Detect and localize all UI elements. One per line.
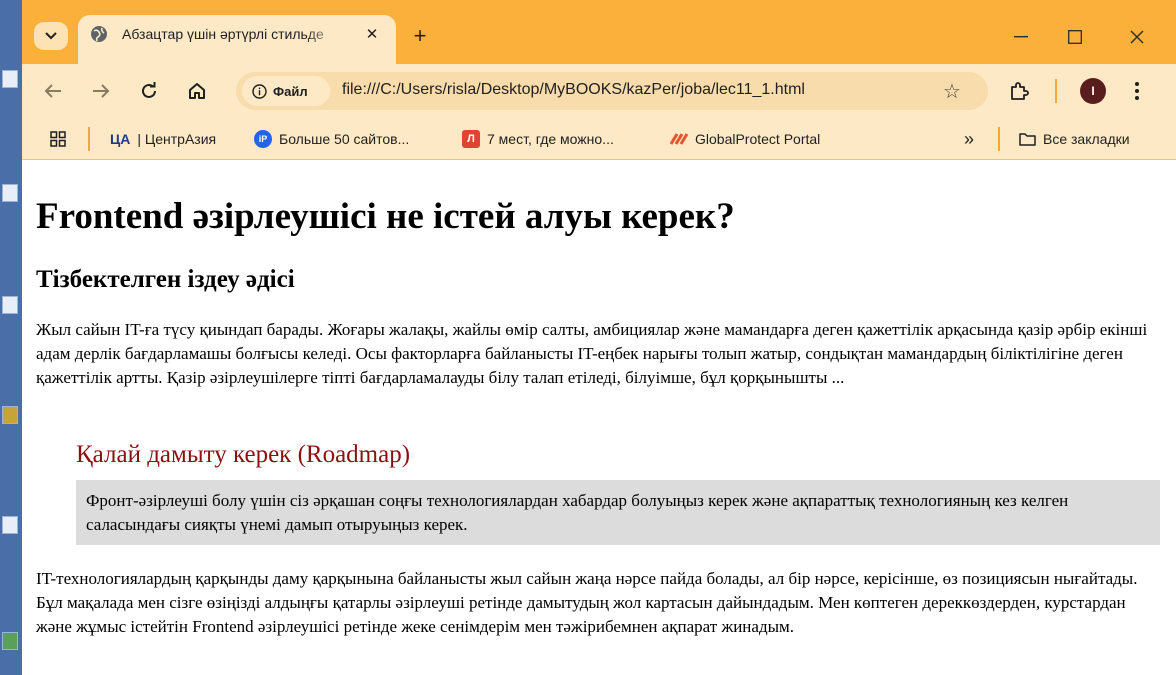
home-button[interactable] [182, 76, 212, 106]
ip-icon: iP [254, 130, 272, 148]
bookmark-label: GlobalProtect Portal [695, 131, 821, 147]
close-icon: ✕ [365, 26, 379, 43]
all-bookmarks-label: Все закладки [1043, 131, 1130, 147]
body-paragraph: IT-технологиялардың қарқынды даму қарқын… [36, 569, 1138, 636]
bookmarks-separator [998, 127, 1000, 151]
navigation-toolbar: Файл file:///C:/Users/risla/Desktop/MyBO… [22, 64, 1176, 118]
tab-search-icon [45, 32, 57, 40]
bookmark-label: | ЦентрАзия [137, 131, 217, 147]
forward-arrow-icon [93, 84, 110, 98]
centrasia-icon: ЦА [110, 131, 131, 147]
title-bar: Абзацтар үшін әртүрлі стильде ✕ + [22, 0, 1176, 64]
globalprotect-icon [670, 130, 688, 148]
maximize-icon [1068, 30, 1082, 44]
address-bar[interactable]: Файл file:///C:/Users/risla/Desktop/MyBO… [236, 72, 988, 110]
info-icon [252, 83, 267, 99]
site-info-label: Файл [273, 83, 308, 99]
desktop-file-icon[interactable] [2, 296, 18, 314]
plus-icon: + [413, 23, 427, 48]
page-content: Frontend әзірлеушісі не істей алуы керек… [22, 161, 1176, 675]
browser-window: Абзацтар үшін әртүрлі стильде ✕ + Файл f… [22, 0, 1176, 675]
l-icon: Л [462, 130, 480, 148]
maximize-button[interactable] [1052, 20, 1098, 54]
profile-avatar[interactable]: I [1080, 78, 1106, 104]
tab-close-button[interactable]: ✕ [360, 22, 384, 46]
highlighted-note: Фронт-әзірлеуші болу үшін сіз әрқашан со… [76, 480, 1160, 545]
apps-grid-icon [50, 131, 66, 147]
forward-button[interactable] [86, 76, 116, 106]
folder-icon [1018, 130, 1036, 148]
bookmark-7-places[interactable]: Л 7 мест, где можно... [462, 129, 614, 149]
page-heading: Frontend әзірлеушісі не істей алуы керек… [36, 196, 735, 237]
minimize-button[interactable] [998, 20, 1044, 54]
globe-icon [91, 26, 107, 42]
back-button[interactable] [38, 76, 68, 106]
bookmark-star-button[interactable]: ☆ [938, 77, 966, 105]
all-bookmarks-button[interactable]: Все закладки [1018, 129, 1130, 149]
chrome-menu-button[interactable] [1122, 76, 1152, 106]
star-icon: ☆ [943, 80, 961, 103]
back-arrow-icon [44, 84, 61, 98]
apps-button[interactable] [50, 129, 66, 149]
kebab-menu-icon [1135, 82, 1139, 100]
roadmap-heading: Қалай дамыту керек (Roadmap) [76, 441, 411, 468]
desktop-file-icon[interactable] [2, 516, 18, 534]
window-close-button[interactable] [1114, 20, 1160, 54]
tab-search-button[interactable] [34, 22, 68, 50]
bookmark-label: 7 мест, где можно... [487, 131, 614, 147]
active-tab[interactable]: Абзацтар үшін әртүрлі стильде ✕ [78, 15, 396, 64]
extensions-icon [1011, 82, 1029, 100]
desktop-file-icon[interactable] [2, 70, 18, 88]
toolbar-separator [1055, 79, 1057, 103]
tab-title: Абзацтар үшін әртүрлі стильде [122, 26, 324, 42]
bookmarks-separator [88, 127, 90, 151]
url-text[interactable]: file:///C:/Users/risla/Desktop/MyBOOKS/k… [342, 81, 805, 99]
bookmarks-bar: ЦА | ЦентрАзия iP Больше 50 сайтов... Л … [22, 118, 1176, 160]
window-close-icon [1130, 30, 1144, 44]
bookmark-label: Больше 50 сайтов... [279, 131, 410, 147]
section-heading: Тізбектелген іздеу әдісі [36, 266, 295, 293]
desktop-sheet-icon[interactable] [2, 632, 18, 650]
bookmark-globalprotect[interactable]: GlobalProtect Portal [670, 129, 820, 149]
desktop-background [0, 0, 22, 675]
bookmark-50-sites[interactable]: iP Больше 50 сайтов... [254, 129, 409, 149]
bookmarks-overflow-button[interactable]: » [964, 129, 974, 149]
extensions-button[interactable] [1004, 76, 1034, 106]
bookmark-centrasia[interactable]: ЦА | ЦентрАзия [110, 129, 216, 149]
home-icon [189, 83, 205, 99]
reload-icon [142, 82, 156, 98]
desktop-file-icon[interactable] [2, 184, 18, 202]
desktop-archive-icon[interactable] [2, 406, 18, 424]
minimize-icon [1014, 36, 1028, 38]
intro-paragraph: Жыл сайын IT-ға түсу қиындап барады. Жоғ… [36, 320, 1148, 387]
new-tab-button[interactable]: + [406, 22, 434, 50]
site-info-chip[interactable]: Файл [242, 76, 330, 106]
reload-button[interactable] [134, 76, 164, 106]
